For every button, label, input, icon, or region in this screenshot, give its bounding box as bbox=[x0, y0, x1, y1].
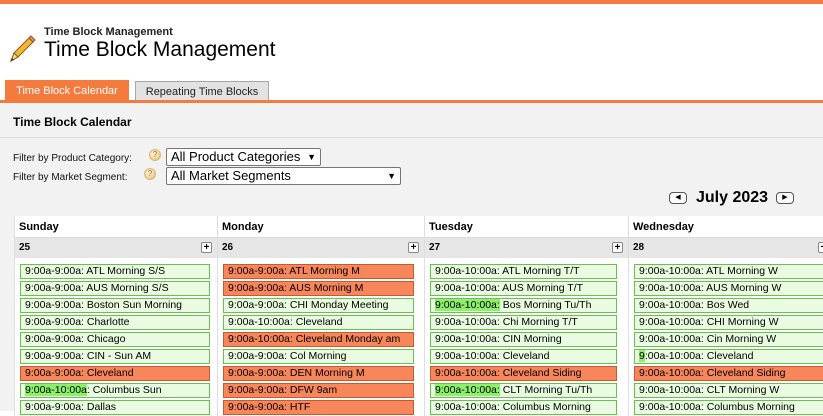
event-time-highlight: 9:00a-10:00a bbox=[25, 384, 87, 396]
time-block-event[interactable]: 9:00a-10:00a: Columbus Sun bbox=[20, 383, 210, 398]
chevron-down-icon: ▼ bbox=[387, 171, 396, 181]
prev-month-button[interactable]: ◀ bbox=[669, 192, 687, 204]
day-header: Tuesday bbox=[425, 216, 628, 238]
page-title: Time Block Management bbox=[44, 38, 276, 61]
market-filter-label: Filter by Market Segment: bbox=[13, 172, 128, 183]
date-bar: 28 + bbox=[629, 238, 823, 258]
help-icon[interactable]: ? bbox=[149, 149, 161, 161]
day-header: Monday bbox=[218, 216, 424, 238]
time-block-event[interactable]: 9:00a-10:00a: ATL Morning W bbox=[634, 264, 823, 279]
add-time-block-button[interactable]: + bbox=[818, 242, 823, 253]
event-time-highlight: 9:00a-10:00a: bbox=[435, 384, 500, 396]
add-time-block-button[interactable]: + bbox=[201, 242, 212, 253]
day-header: Sunday bbox=[15, 216, 217, 238]
time-block-event[interactable]: 9:00a-10:00a: Cleveland bbox=[634, 349, 823, 364]
market-segment-value: All Market Segments bbox=[171, 168, 291, 183]
time-block-event[interactable]: 9:00a-10:00a: AUS Morning W bbox=[634, 281, 823, 296]
tab-time-block-calendar[interactable]: Time Block Calendar bbox=[5, 80, 129, 101]
header-subtitle: Time Block Management bbox=[44, 26, 173, 38]
product-filter-label: Filter by Product Category: bbox=[13, 153, 132, 164]
time-block-event[interactable]: 9:00a-9:00a: Chicago bbox=[20, 332, 210, 347]
day-column-sunday: Sunday 25 + 9:00a-9:00a: ATL Morning S/S… bbox=[14, 216, 217, 416]
time-block-event[interactable]: 9:00a-9:00a: AUS Morning M bbox=[223, 281, 414, 296]
time-block-event[interactable]: 9:00a-10:00a: Columbus Morning bbox=[430, 400, 617, 415]
add-time-block-button[interactable]: + bbox=[612, 242, 623, 253]
time-block-event[interactable]: 9:00a-10:00a: Bos Morning Tu/Th bbox=[430, 298, 617, 313]
time-block-event[interactable]: 9:00a-9:00a: CIN - Sun AM bbox=[20, 349, 210, 364]
time-block-event[interactable]: 9:00a-10:00a: AUS Morning T/T bbox=[430, 281, 617, 296]
tab-repeating-time-blocks[interactable]: Repeating Time Blocks bbox=[135, 81, 269, 101]
time-block-event[interactable]: 9:00a-10:00a: Cleveland Monday am bbox=[223, 332, 414, 347]
time-block-event[interactable]: 9:00a-9:00a: DFW 9am bbox=[223, 383, 414, 398]
next-month-button[interactable]: ▶ bbox=[776, 192, 794, 204]
time-block-event[interactable]: 9:00a-10:00a: Columbus Morning bbox=[634, 400, 823, 415]
tab-bar: Time Block Calendar Repeating Time Block… bbox=[0, 80, 823, 101]
market-segment-select[interactable]: All Market Segments ▼ bbox=[166, 167, 401, 185]
time-block-event[interactable]: 9:00a-10:00a: Cleveland Siding bbox=[430, 366, 617, 381]
time-block-event[interactable]: 9:00a-10:00a: CHI Morning W bbox=[634, 315, 823, 330]
date-number: 25 bbox=[19, 242, 31, 253]
panel-title: Time Block Calendar bbox=[13, 115, 132, 129]
chevron-down-icon: ▼ bbox=[307, 152, 316, 162]
product-category-value: All Product Categories bbox=[171, 149, 301, 164]
pencil-icon bbox=[10, 35, 36, 63]
day-header: Wednesday bbox=[629, 216, 823, 238]
day-column-wednesday: Wednesday 28 + 9:00a-10:00a: ATL Morning… bbox=[628, 216, 823, 416]
time-block-event[interactable]: 9:00a-9:00a: ATL Morning M bbox=[223, 264, 414, 279]
time-block-event[interactable]: 9:00a-9:00a: Dallas bbox=[20, 400, 210, 415]
time-block-event[interactable]: 9:00a-9:00a: Charlotte bbox=[20, 315, 210, 330]
calendar-grid: Sunday 25 + 9:00a-9:00a: ATL Morning S/S… bbox=[14, 216, 823, 416]
date-number: 26 bbox=[222, 242, 234, 253]
calendar-panel: Time Block Calendar Filter by Product Ca… bbox=[0, 103, 823, 416]
page-header: Time Block Management Time Block Managem… bbox=[0, 4, 823, 80]
time-block-event[interactable]: 9:00a-9:00a: Boston Sun Morning bbox=[20, 298, 210, 313]
time-block-event[interactable]: 9:00a-10:00a: Chi Morning T/T bbox=[430, 315, 617, 330]
date-number: 27 bbox=[429, 242, 441, 253]
event-time-highlight: 9:00a-10:00a: bbox=[435, 299, 500, 311]
add-time-block-button[interactable]: + bbox=[408, 242, 419, 253]
time-block-event[interactable]: 9:00a-10:00a: CLT Morning W bbox=[634, 383, 823, 398]
date-bar: 27 + bbox=[425, 238, 628, 258]
day-column-tuesday: Tuesday 27 + 9:00a-10:00a: ATL Morning T… bbox=[424, 216, 628, 416]
time-block-event[interactable]: 9:00a-9:00a: Col Morning bbox=[223, 349, 414, 364]
date-bar: 26 + bbox=[218, 238, 424, 258]
day-column-monday: Monday 26 + 9:00a-9:00a: ATL Morning M 9:… bbox=[217, 216, 424, 416]
time-block-event[interactable]: 9:00a-10:00a: Bos Wed bbox=[634, 298, 823, 313]
time-block-event[interactable]: 9:00a-9:00a: AUS Morning S/S bbox=[20, 281, 210, 296]
time-block-event[interactable]: 9:00a-10:00a: Cleveland bbox=[430, 349, 617, 364]
event-time-highlight: 9 bbox=[639, 350, 645, 362]
time-block-event[interactable]: 9:00a-10:00a: ATL Morning T/T bbox=[430, 264, 617, 279]
month-label: July 2023 bbox=[696, 189, 769, 206]
time-block-event[interactable]: 9:00a-9:00a: CHI Monday Meeting bbox=[223, 298, 414, 313]
time-block-event[interactable]: 9:00a-9:00a: Cleveland bbox=[20, 366, 210, 381]
time-block-event[interactable]: 9:00a-10:00a: Cleveland Siding bbox=[634, 366, 823, 381]
product-category-select[interactable]: All Product Categories ▼ bbox=[166, 148, 321, 166]
date-bar: 25 + bbox=[15, 238, 217, 258]
help-icon[interactable]: ? bbox=[144, 168, 156, 180]
time-block-event[interactable]: 9:00a-9:00a: ATL Morning S/S bbox=[20, 264, 210, 279]
date-number: 28 bbox=[633, 242, 645, 253]
time-block-event[interactable]: 9:00a-10:00a: Cin Morning W bbox=[634, 332, 823, 347]
panel-divider bbox=[0, 137, 823, 138]
time-block-event[interactable]: 9:00a-9:00a: HTF bbox=[223, 400, 414, 415]
time-block-event[interactable]: 9:00a-10:00a: CLT Morning Tu/Th bbox=[430, 383, 617, 398]
time-block-event[interactable]: 9:00a-9:00a: DEN Morning M bbox=[223, 366, 414, 381]
time-block-event[interactable]: 9:00a-10:00a: Cleveland bbox=[223, 315, 414, 330]
time-block-event[interactable]: 9:00a-10:00a: CIN Morning bbox=[430, 332, 617, 347]
